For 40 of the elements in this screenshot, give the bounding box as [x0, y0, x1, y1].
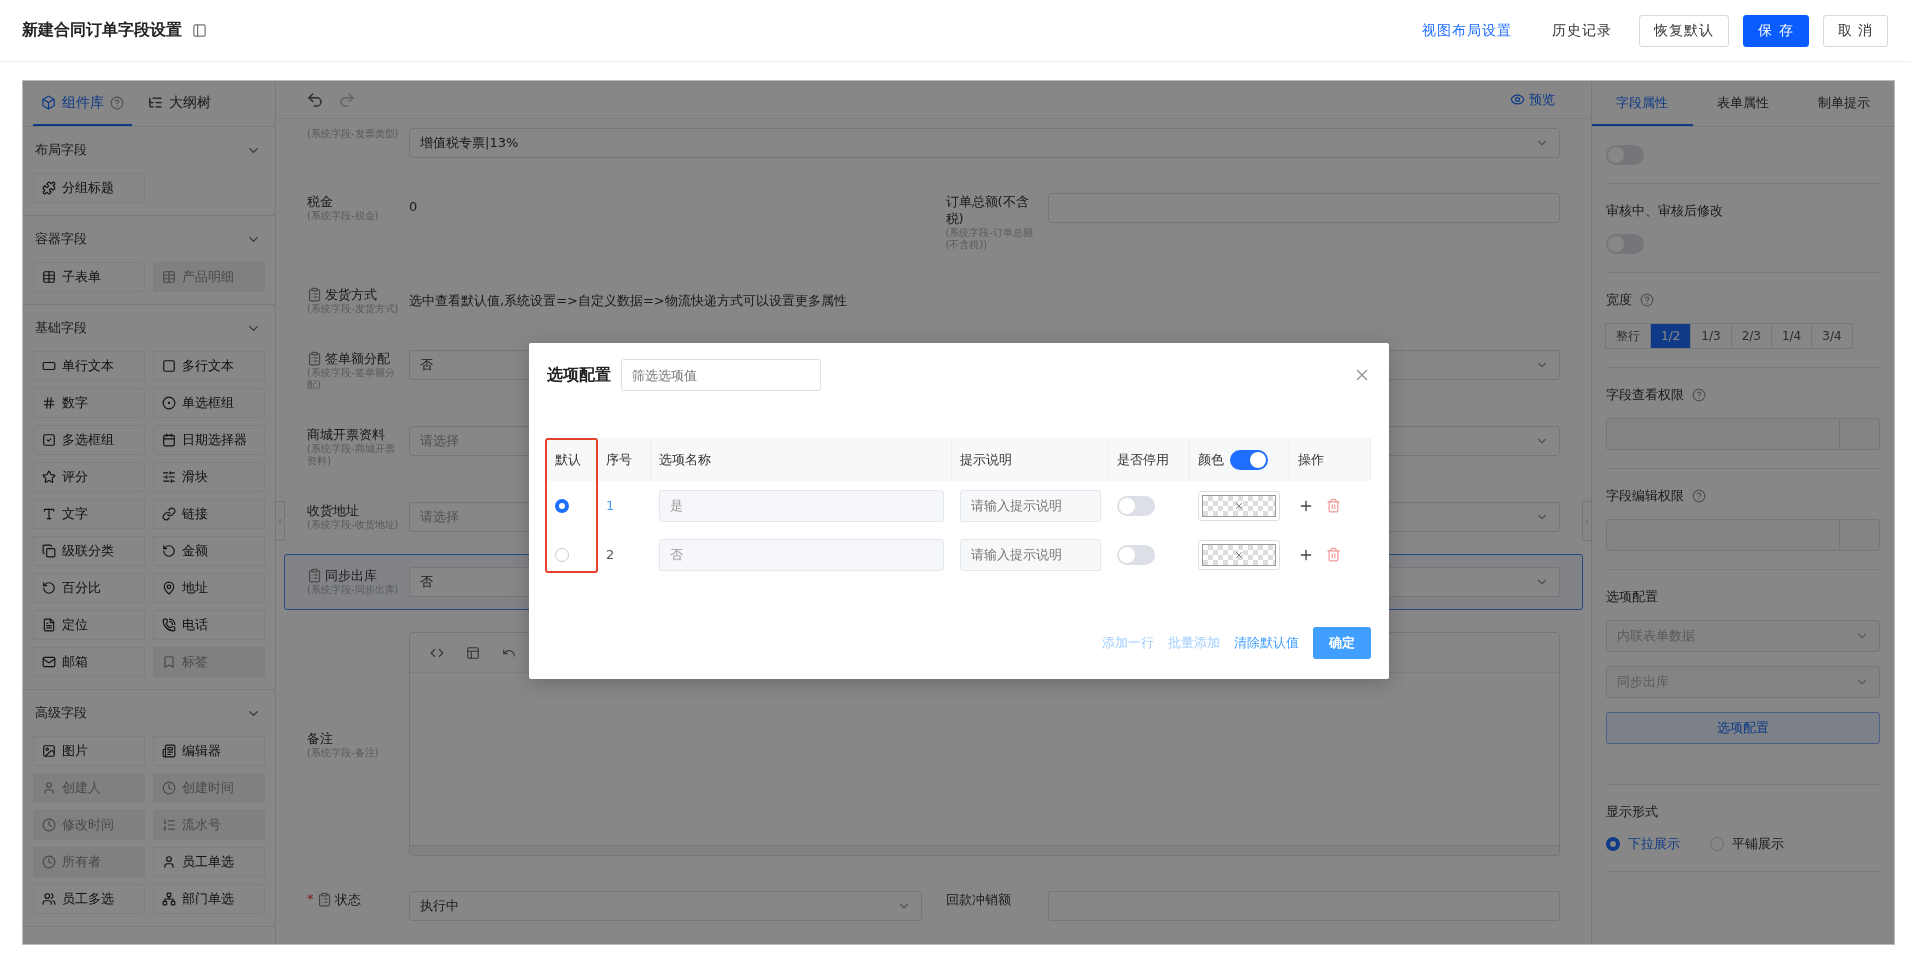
section-title: 布局字段: [35, 141, 87, 159]
column-header: 操作: [1298, 450, 1324, 469]
field-label: 商城开票资料: [307, 426, 385, 443]
tab-label: 大纲树: [169, 93, 211, 112]
field-label: 签单额分配: [325, 350, 390, 367]
select-value: 否: [420, 356, 433, 374]
select-value: 增值税专票|13%: [420, 134, 519, 152]
field-label: 订单总额(不含税): [945, 193, 1030, 227]
dialog-title: 选项配置: [547, 364, 611, 386]
column-header: 是否停用: [1117, 450, 1169, 469]
field-label: 状态: [334, 891, 361, 908]
section-title: 高级字段: [35, 704, 87, 722]
field-label: 发货方式: [325, 286, 377, 303]
column-header: 选项名称: [659, 450, 711, 469]
tab-label: 组件库: [62, 93, 104, 112]
column-header: 序号: [606, 450, 632, 469]
column-header: 提示说明: [960, 450, 1012, 469]
row-number: 2: [606, 547, 615, 562]
section-title: 容器字段: [35, 230, 87, 248]
page-title: 新建合同订单字段设置: [22, 20, 182, 41]
property-label: 显示形式: [1606, 803, 1658, 821]
field-value: 0: [409, 198, 418, 214]
field-label: 同步出库: [325, 567, 377, 584]
property-label: 选项配置: [1606, 588, 1658, 606]
column-header: 颜色: [1198, 450, 1224, 469]
property-label: 字段编辑权限: [1606, 487, 1684, 505]
field-value: 选中查看默认值,系统设置=>自定义数据=>物流快递方式可以设置更多属性: [409, 292, 847, 310]
section-title: 基础字段: [35, 319, 87, 337]
property-label: 宽度: [1606, 291, 1632, 309]
property-label: 审核中、审核后修改: [1606, 202, 1723, 220]
field-label: 备注: [307, 729, 333, 747]
column-header: 默认: [555, 450, 581, 469]
row-number: 1: [606, 498, 615, 513]
select-value: 否: [420, 573, 433, 591]
property-label: 字段查看权限: [1606, 386, 1684, 404]
field-label: 税金: [307, 193, 333, 210]
required-mark: *: [307, 891, 314, 906]
field-label: 收货地址: [307, 502, 359, 519]
field-label: 回款冲销额: [945, 891, 1011, 908]
select-value: 执行中: [420, 897, 459, 915]
